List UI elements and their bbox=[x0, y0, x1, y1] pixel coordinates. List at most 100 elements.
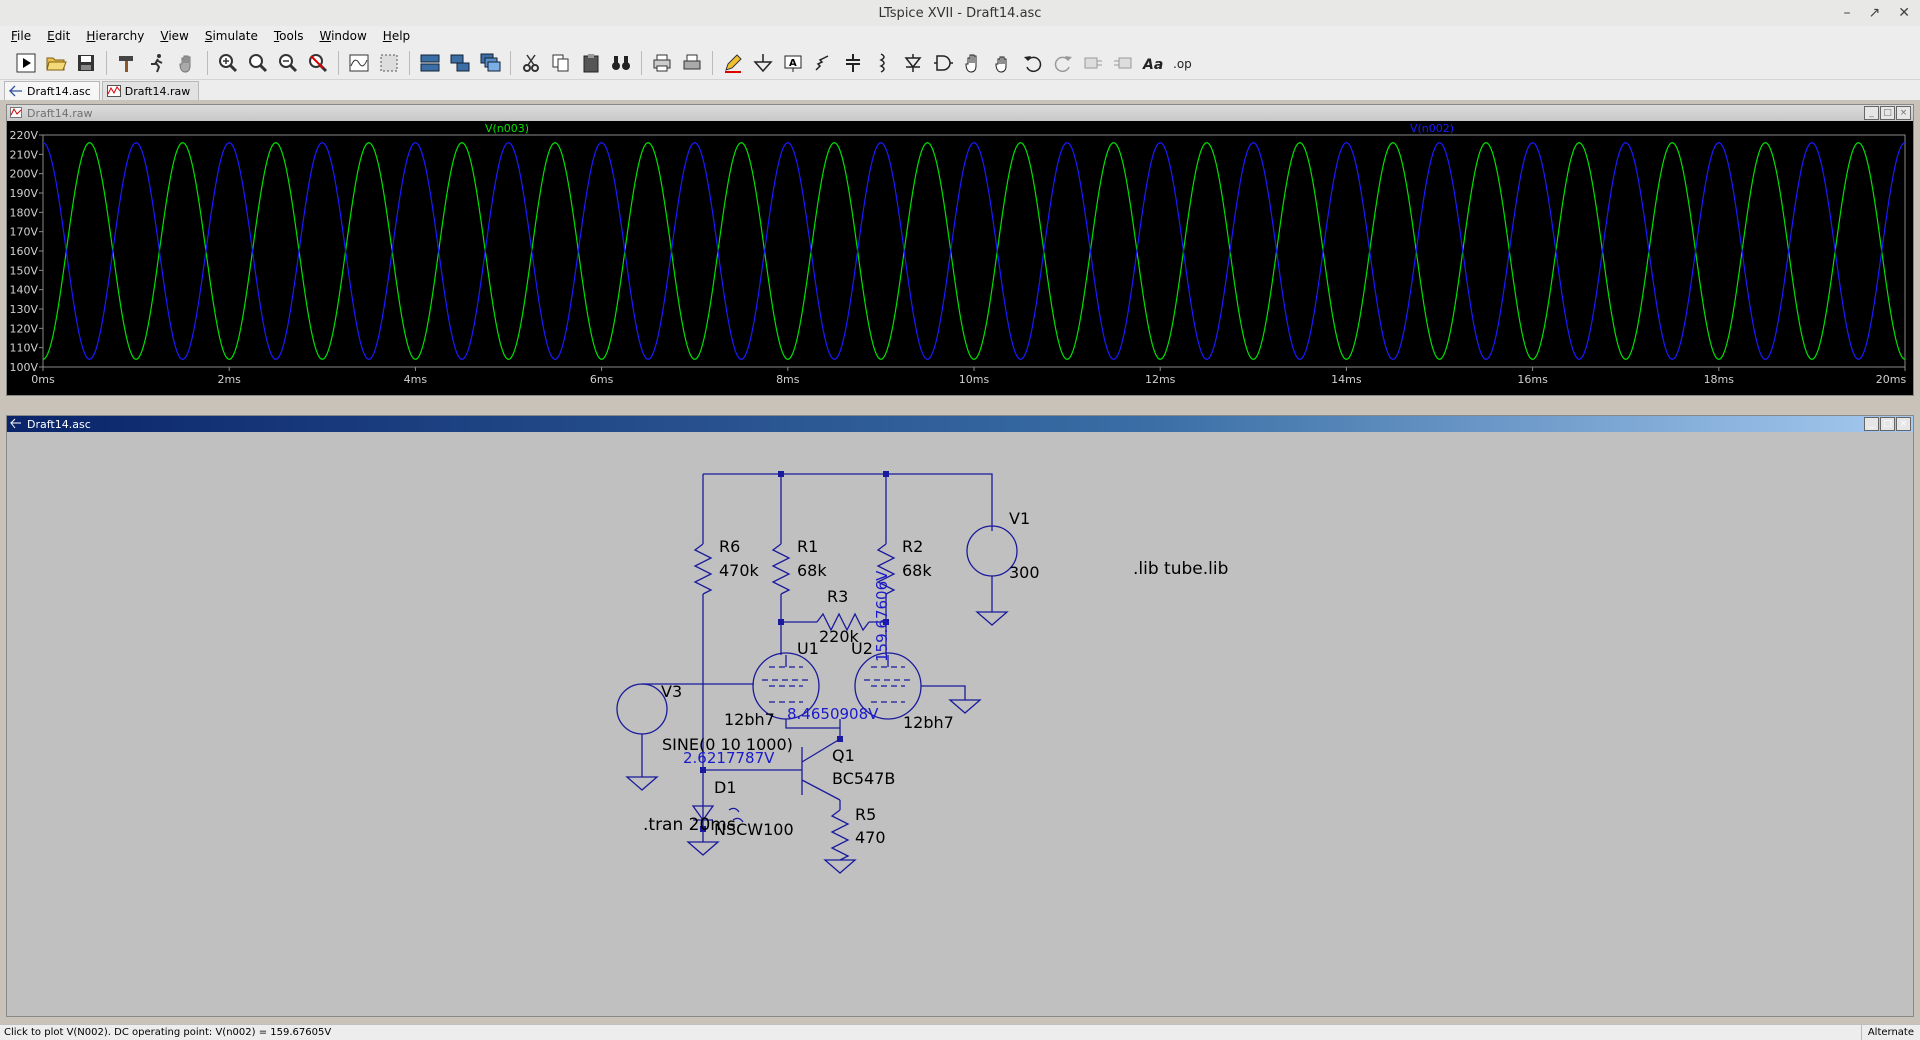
label-v3-name[interactable]: V3 bbox=[661, 682, 682, 701]
trace-v-n003[interactable] bbox=[42, 142, 1906, 360]
minimize-button[interactable]: _ bbox=[1864, 417, 1879, 431]
wire bbox=[864, 666, 912, 703]
open-button[interactable] bbox=[42, 49, 70, 77]
diode-button[interactable] bbox=[899, 49, 927, 77]
maximize-button[interactable]: □ bbox=[1880, 106, 1895, 120]
inductor-button[interactable] bbox=[869, 49, 897, 77]
menu-view[interactable]: View bbox=[153, 29, 195, 43]
label-r2-value[interactable]: 68k bbox=[902, 561, 932, 580]
tile-horizontal-button[interactable] bbox=[416, 49, 444, 77]
save-button[interactable] bbox=[72, 49, 100, 77]
spice-directive-button[interactable]: .op bbox=[1169, 49, 1197, 77]
trace-label-v-n002[interactable]: V(n002) bbox=[1410, 122, 1454, 135]
minimize-button[interactable]: _ bbox=[1864, 106, 1879, 120]
label-r5-name[interactable]: R5 bbox=[855, 805, 876, 824]
label-u1-value[interactable]: 12bh7 bbox=[724, 710, 775, 729]
toolbar-separator bbox=[409, 50, 410, 75]
close-button[interactable]: ✕ bbox=[1898, 5, 1910, 21]
draw-wire-button[interactable] bbox=[719, 49, 747, 77]
maximize-button[interactable]: □ bbox=[1880, 417, 1895, 431]
op-point-label-cathode[interactable]: 8.4650908V bbox=[787, 705, 879, 723]
menu-tools[interactable]: Tools bbox=[267, 29, 311, 43]
trace-label-v-n003[interactable]: V(n003) bbox=[485, 122, 529, 135]
rotate-button[interactable] bbox=[1079, 49, 1107, 77]
tab-draft14-asc[interactable]: Draft14.asc bbox=[4, 81, 100, 100]
op-point-label-base[interactable]: 2.6217787V bbox=[683, 749, 775, 767]
cascade-button[interactable] bbox=[476, 49, 504, 77]
control-panel-button[interactable] bbox=[113, 49, 141, 77]
label-net-button[interactable]: A bbox=[779, 49, 807, 77]
menu-help[interactable]: Help bbox=[376, 29, 417, 43]
label-u2-value[interactable]: 12bh7 bbox=[903, 713, 954, 732]
folder-open-icon bbox=[46, 57, 67, 70]
tile-vertical-button[interactable] bbox=[446, 49, 474, 77]
zoom-out-button[interactable] bbox=[274, 49, 302, 77]
resistor-r5[interactable] bbox=[830, 809, 850, 861]
label-d1-name[interactable]: D1 bbox=[714, 778, 737, 797]
component-button[interactable] bbox=[929, 49, 957, 77]
component-icon bbox=[934, 54, 953, 71]
title-bar: LTspice XVII - Draft14.asc – ↗ ✕ bbox=[0, 0, 1920, 27]
label-v1-value[interactable]: 300 bbox=[1009, 563, 1040, 582]
zoom-in-button[interactable] bbox=[214, 49, 242, 77]
label-r3-name[interactable]: R3 bbox=[827, 587, 848, 606]
label-q1-name[interactable]: Q1 bbox=[832, 746, 855, 765]
halt-button[interactable] bbox=[173, 49, 201, 77]
label-q1-value[interactable]: BC547B bbox=[832, 769, 895, 788]
label-u1-name[interactable]: U1 bbox=[797, 639, 819, 658]
zoom-in-icon bbox=[219, 53, 238, 72]
spice-directive-lib[interactable]: .lib tube.lib bbox=[1133, 559, 1228, 579]
label-r6-value[interactable]: 470k bbox=[719, 561, 760, 580]
undo-button[interactable] bbox=[1019, 49, 1047, 77]
label-v1-name[interactable]: V1 bbox=[1009, 509, 1030, 528]
run-simulation-button[interactable] bbox=[143, 49, 171, 77]
text-button[interactable]: Aa bbox=[1139, 49, 1167, 77]
minimize-button[interactable]: – bbox=[1844, 5, 1851, 21]
find-button[interactable] bbox=[607, 49, 635, 77]
menu-window[interactable]: Window bbox=[312, 29, 373, 43]
wire bbox=[762, 666, 810, 703]
paste-button[interactable] bbox=[577, 49, 605, 77]
voltage-source-v3[interactable] bbox=[616, 683, 668, 735]
menu-hierarchy[interactable]: Hierarchy bbox=[79, 29, 151, 43]
cut-button[interactable] bbox=[517, 49, 545, 77]
print-button[interactable] bbox=[678, 49, 706, 77]
y-tick-label: 110V bbox=[9, 342, 38, 355]
close-button[interactable]: × bbox=[1896, 417, 1911, 431]
mark-unref-button[interactable] bbox=[375, 49, 403, 77]
resistor-button[interactable] bbox=[809, 49, 837, 77]
ground-button[interactable] bbox=[749, 49, 777, 77]
menu-simulate[interactable]: Simulate bbox=[198, 29, 265, 43]
label-r5-value[interactable]: 470 bbox=[855, 828, 886, 847]
zoom-full-button[interactable] bbox=[304, 49, 332, 77]
label-r1-value[interactable]: 68k bbox=[797, 561, 827, 580]
run-button[interactable] bbox=[12, 49, 40, 77]
waveform-plot[interactable]: V(n003) V(n002) 220V 210V 200V 190V 180V 170V… bbox=[7, 121, 1911, 393]
label-r6-name[interactable]: R6 bbox=[719, 537, 740, 556]
drag-button[interactable] bbox=[989, 49, 1017, 77]
hand-drag-icon bbox=[995, 56, 1007, 73]
move-button[interactable] bbox=[959, 49, 987, 77]
resistor-r1[interactable] bbox=[771, 543, 791, 595]
menu-edit[interactable]: Edit bbox=[40, 29, 77, 43]
capacitor-button[interactable] bbox=[839, 49, 867, 77]
menu-file[interactable]: File bbox=[4, 29, 38, 43]
resistor-r6[interactable] bbox=[693, 543, 713, 595]
autorange-button[interactable] bbox=[345, 49, 373, 77]
label-r2-name[interactable]: R2 bbox=[902, 537, 923, 556]
redo-button[interactable] bbox=[1049, 49, 1077, 77]
label-u2-name[interactable]: U2 bbox=[851, 639, 873, 658]
spice-directive-tran[interactable]: .tran 20ms bbox=[643, 815, 736, 835]
mirror-button[interactable] bbox=[1109, 49, 1137, 77]
maximize-button[interactable]: ↗ bbox=[1869, 5, 1881, 21]
print-setup-button[interactable] bbox=[648, 49, 676, 77]
x-tick-label: 0ms bbox=[31, 373, 55, 386]
copy-button[interactable] bbox=[547, 49, 575, 77]
schematic-canvas[interactable]: R6 470k R1 68k R2 68k R3 220k V1 300 U1 … bbox=[7, 432, 1911, 1014]
op-point-label-n002[interactable]: 159.67606V bbox=[873, 570, 891, 662]
pan-button[interactable] bbox=[244, 49, 272, 77]
tab-draft14-raw[interactable]: Draft14.raw bbox=[101, 81, 200, 100]
label-r1-name[interactable]: R1 bbox=[797, 537, 818, 556]
close-button[interactable]: × bbox=[1896, 106, 1911, 120]
trace-v-n002[interactable] bbox=[42, 142, 1906, 360]
